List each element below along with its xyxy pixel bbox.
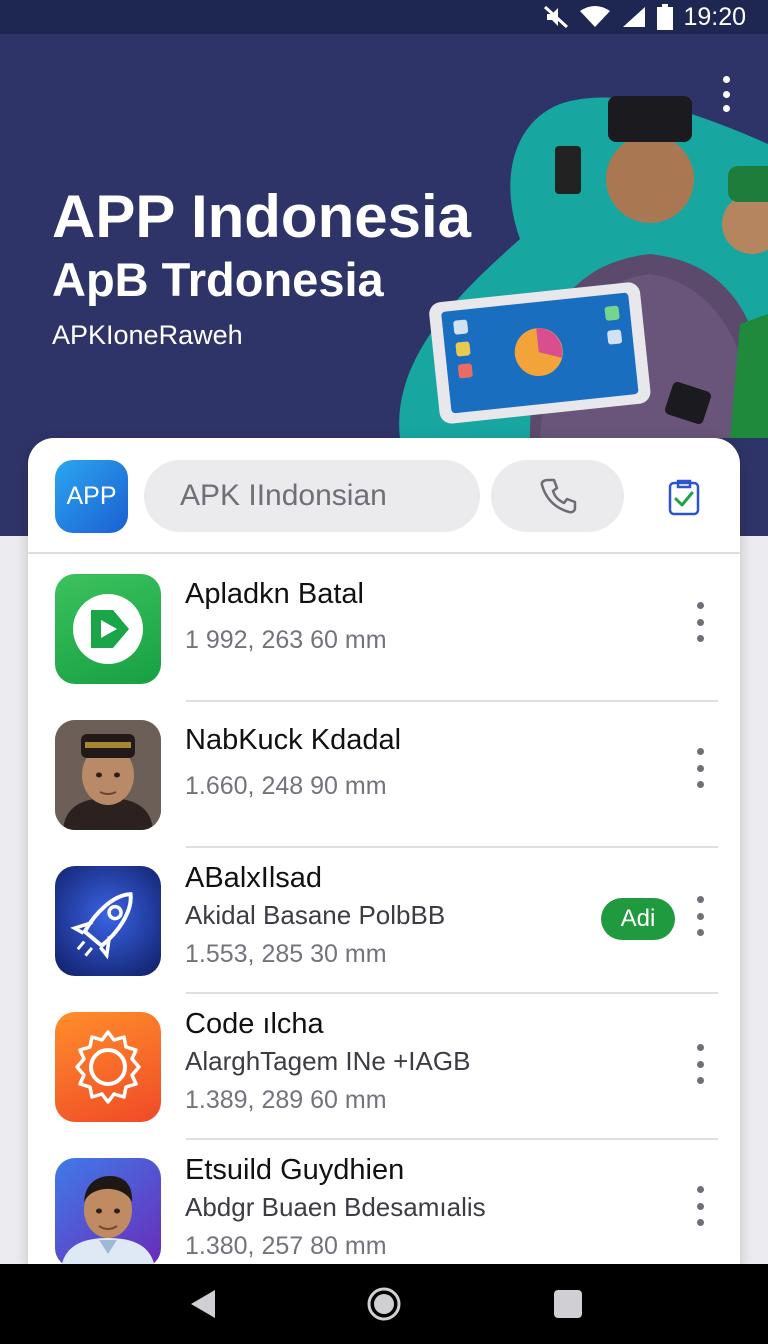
back-button[interactable]: [182, 1284, 222, 1324]
phone-icon: [540, 478, 576, 514]
wifi-icon: [579, 5, 611, 29]
item-title: ABalxIlsad: [185, 862, 323, 894]
clipboard-check-icon: [668, 479, 700, 516]
list-item[interactable]: ABalxIlsad Akidal Basane PolbBB 1.553, 2…: [28, 848, 740, 994]
call-button[interactable]: [491, 460, 624, 532]
dot: [696, 748, 704, 755]
status-badge[interactable]: Adi: [601, 898, 675, 940]
dot: [696, 1077, 704, 1084]
dot: [696, 1219, 704, 1226]
app-icon: [55, 720, 161, 830]
dot: [722, 76, 730, 83]
dot: [696, 1044, 704, 1051]
item-title: Etsuild Guydhien: [185, 1154, 405, 1186]
clock: 19:20: [683, 2, 746, 31]
item-text: Etsuild Guydhien Abdgr Buaen Bdesamıalis…: [185, 1140, 585, 1268]
search-row: APP APK IIndonsian: [28, 438, 740, 554]
more-vert-icon[interactable]: [690, 1044, 710, 1084]
sun-badge-icon: [75, 1030, 141, 1104]
signal-icon: [621, 5, 647, 29]
list-item[interactable]: NabKuck Kdadal 1.660, 248 90 mm: [28, 702, 740, 848]
hero-subtitle: ApB Trdonesia: [52, 253, 384, 306]
item-title: Code ılcha: [185, 1008, 324, 1040]
man-portrait-icon: [55, 720, 161, 830]
home-circle-icon: [367, 1287, 401, 1321]
item-meta: 1.553, 285 30 mm: [185, 940, 387, 968]
more-vert-icon[interactable]: [690, 602, 710, 642]
item-meta: 1 992, 263 60 mm: [185, 626, 387, 654]
item-meta: 1.389, 289 60 mm: [185, 1086, 387, 1114]
status-icons: 19:20: [543, 0, 746, 34]
hero-title: APP Indonesia: [52, 183, 472, 250]
dot: [696, 781, 704, 788]
man-portrait-icon: [61, 1176, 155, 1268]
item-text: NabKuck Kdadal 1.660, 248 90 mm: [185, 702, 585, 848]
dot: [722, 105, 730, 112]
back-triangle-icon: [191, 1290, 215, 1318]
dot: [696, 618, 704, 626]
app-icon: [55, 1158, 161, 1268]
dot: [696, 635, 704, 642]
item-meta: 1.380, 257 80 mm: [185, 1232, 387, 1260]
recents-square-icon: [554, 1290, 582, 1318]
recents-button[interactable]: [548, 1284, 588, 1324]
item-text: Apladkn Batal 1 992, 263 60 mm: [185, 556, 585, 702]
dot: [696, 602, 704, 609]
dot: [696, 912, 704, 920]
item-title: Apladkn Batal: [185, 578, 364, 610]
clipboard-check-button[interactable]: [662, 474, 706, 518]
app-logo[interactable]: APP: [55, 460, 128, 533]
hero-caption: APKIoneRaweh: [52, 320, 243, 350]
item-text: Code ılcha AlarghTagem INe +IAGB 1.389, …: [185, 994, 585, 1140]
mute-icon: [543, 5, 569, 29]
dot: [696, 1060, 704, 1068]
app-icon: [55, 1012, 161, 1122]
home-button[interactable]: [364, 1284, 404, 1324]
more-vert-icon[interactable]: [690, 1186, 710, 1226]
app-list: Apladkn Batal 1 992, 263 60 mm NabKuck K…: [28, 556, 740, 1268]
list-item[interactable]: Apladkn Batal 1 992, 263 60 mm: [28, 556, 740, 702]
list-item[interactable]: Code ılcha AlarghTagem INe +IAGB 1.389, …: [28, 994, 740, 1140]
item-text: ABalxIlsad Akidal Basane PolbBB 1.553, 2…: [185, 848, 585, 994]
search-input[interactable]: APK IIndonsian: [144, 460, 480, 532]
dot: [696, 764, 704, 772]
dot: [696, 1186, 704, 1193]
battery-icon: [657, 4, 674, 30]
dot: [696, 1202, 704, 1210]
item-subtitle: Akidal Basane PolbBB: [185, 900, 446, 930]
rocket-icon: [70, 892, 133, 960]
more-vert-icon[interactable]: [690, 748, 710, 788]
item-title: NabKuck Kdadal: [185, 724, 402, 756]
system-nav-bar: [0, 1264, 768, 1344]
play-arrow-icon: [73, 594, 143, 664]
dot: [696, 896, 704, 903]
more-vert-icon[interactable]: [712, 74, 740, 114]
item-subtitle: AlarghTagem INe +IAGB: [185, 1046, 471, 1076]
dot: [696, 929, 704, 936]
dot: [722, 90, 730, 98]
app-list-card: APP APK IIndonsian Apladkn Batal 1 992, …: [28, 438, 740, 1268]
more-vert-icon[interactable]: [690, 896, 710, 936]
item-subtitle: Abdgr Buaen Bdesamıalis: [185, 1192, 486, 1222]
status-bar: 19:20: [0, 0, 768, 34]
app-icon: [55, 574, 161, 684]
app-icon: [55, 866, 161, 976]
list-item[interactable]: Etsuild Guydhien Abdgr Buaen Bdesamıalis…: [28, 1140, 740, 1268]
item-meta: 1.660, 248 90 mm: [185, 772, 387, 800]
